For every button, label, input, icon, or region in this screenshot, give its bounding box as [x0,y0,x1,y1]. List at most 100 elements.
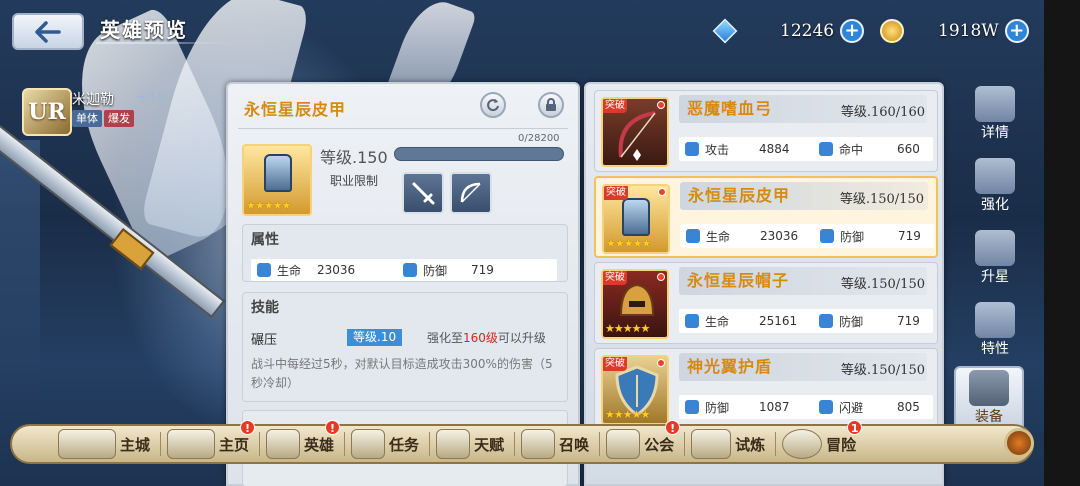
scroll-icon [975,86,1015,122]
tab-enhance[interactable]: 强化 [960,156,1030,222]
item-stars: ★★★★★ [246,199,291,212]
stat-value: 1087 [759,400,790,414]
stat-name: 生命 [705,314,730,329]
hero-emblem-icon [266,429,301,459]
title-divider [238,128,568,129]
equipment-level: 等级.150/150 [840,277,925,292]
screen-edge [1044,0,1080,486]
stat-value: 25161 [759,314,798,328]
quest-icon [351,429,386,459]
nav-talents[interactable]: 天赋 [430,426,514,462]
defense-icon [819,314,833,328]
gold-counter: 1918W + [880,17,1029,45]
equipment-icon: ★★★★★ 突破 [601,269,669,339]
hero-tag-burst: 爆发 [104,110,134,127]
lock-button[interactable] [538,92,564,118]
armor-icon [622,198,650,236]
guild-icon [606,429,641,459]
class-sword-icon[interactable] [402,172,444,214]
attributes-heading: 属性 [251,232,279,248]
tab-equipment[interactable]: 装备 [954,366,1024,432]
item-level: 等级.150 [320,148,388,167]
breakthrough-badge: 突破 [603,271,627,285]
gold-coin-icon [880,19,904,43]
background-pillar [0,140,40,440]
stat-value: 23036 [760,229,799,243]
stat-value: 719 [898,229,921,243]
equipment-stars: ★★★★★ [605,408,650,421]
nav-home[interactable]: 主页! [161,420,259,462]
tab-label: 特性 [981,341,1009,357]
nav-alert-badge: ! [665,420,681,435]
nav-adventure[interactable]: 冒险 1 [776,420,866,462]
add-gold-button[interactable]: + [1004,19,1029,43]
skill-hint-level: 160级 [463,331,498,345]
notification-dot [658,188,666,196]
equipment-card[interactable]: 突破 恶魔嗜血弓 等级.160/160 攻击 4884 命中 660 [594,90,938,172]
stat-name: 生命 [277,263,302,278]
tab-star-up[interactable]: 升星 [960,228,1030,294]
health-icon [686,229,700,243]
defense-icon [820,229,834,243]
refresh-button[interactable] [480,92,506,118]
lock-icon [546,98,556,111]
hero-enhance-level: +16 [136,89,166,105]
gem-counter: 12246 + [712,17,865,45]
nav-alert-badge: ! [325,420,341,435]
tab-label: 升星 [981,269,1009,285]
nav-heroes[interactable]: 英雄! [260,420,344,462]
class-bow-icon[interactable] [450,172,492,214]
back-button[interactable] [12,13,84,50]
stat-value: 4884 [759,142,790,156]
equipment-level: 等级.150/150 [840,363,925,378]
add-gems-button[interactable]: + [840,19,865,43]
exp-progress-bar [394,147,564,161]
attributes-section: 属性 生命 23036 防御 719 [242,224,568,282]
equipment-level: 等级.150/150 [839,192,924,207]
stat-name: 攻击 [705,142,730,157]
equipment-card[interactable]: ★★★★★ 突破 永恒星辰帽子 等级.150/150 生命 25161 防御 7… [594,262,938,344]
nav-label: 召唤 [559,435,590,454]
nav-guild[interactable]: 公会! [600,420,684,462]
equipment-stars: ★★★★★ [606,237,651,250]
stat-value: 719 [897,314,920,328]
nav-summon[interactable]: 召唤 [515,426,599,462]
nav-trials[interactable]: 试炼 [685,426,775,462]
equipment-icon [969,370,1009,406]
equipment-name: 永恒星辰皮甲 [688,186,791,205]
defense-icon [685,400,699,414]
tab-traits[interactable]: 特性 [960,300,1030,366]
stat-value: 660 [897,142,920,156]
talent-icon [436,429,471,459]
castle-icon [58,429,116,459]
enhance-icon [975,158,1015,194]
stat-value: 805 [897,400,920,414]
breakthrough-badge: 突破 [604,186,628,200]
equipment-icon: ★★★★★ 突破 [602,184,670,254]
skill-heading: 技能 [251,300,279,316]
equipment-card-selected[interactable]: ★★★★★ 突破 永恒星辰皮甲 等级.150/150 生命 23036 防御 7… [594,176,938,258]
equipment-name: 神光翼护盾 [687,357,773,376]
skill-name: 碾压 [251,333,278,348]
skill-description: 战斗中每经过5秒，对默认目标造成攻击300%的伤害（5秒冷却） [251,357,553,390]
nav-main-city[interactable]: 主城 [52,426,160,462]
notification-dot [657,101,665,109]
breakthrough-badge: 突破 [603,99,627,113]
stat-name: 生命 [706,229,731,244]
hero-tag-single-target: 单体 [72,110,102,127]
stat-name: 防御 [840,229,865,244]
equipment-card[interactable]: ★★★★★ 突破 神光翼护盾 等级.150/150 防御 1087 闪避 805 [594,348,938,430]
equipment-icon: 突破 [601,97,669,167]
equipment-stats: 生命 23036 防御 719 [680,224,934,248]
stat-name: 命中 [839,142,864,157]
stat-value: 23036 [317,263,356,277]
tab-details[interactable]: 详情 [960,84,1030,150]
trial-icon [691,429,732,459]
sword-icon [412,182,435,205]
attribute-row: 生命 23036 防御 719 [251,259,557,281]
accuracy-icon [819,142,833,156]
nav-quests[interactable]: 任务 [345,426,429,462]
exp-counter: 0/28200 [518,133,560,144]
stat-name: 防御 [839,314,864,329]
game-screen: 英雄预览 12246 + 1918W + UR 米迦勒 +16 单体 爆发 永恒… [0,0,1080,486]
